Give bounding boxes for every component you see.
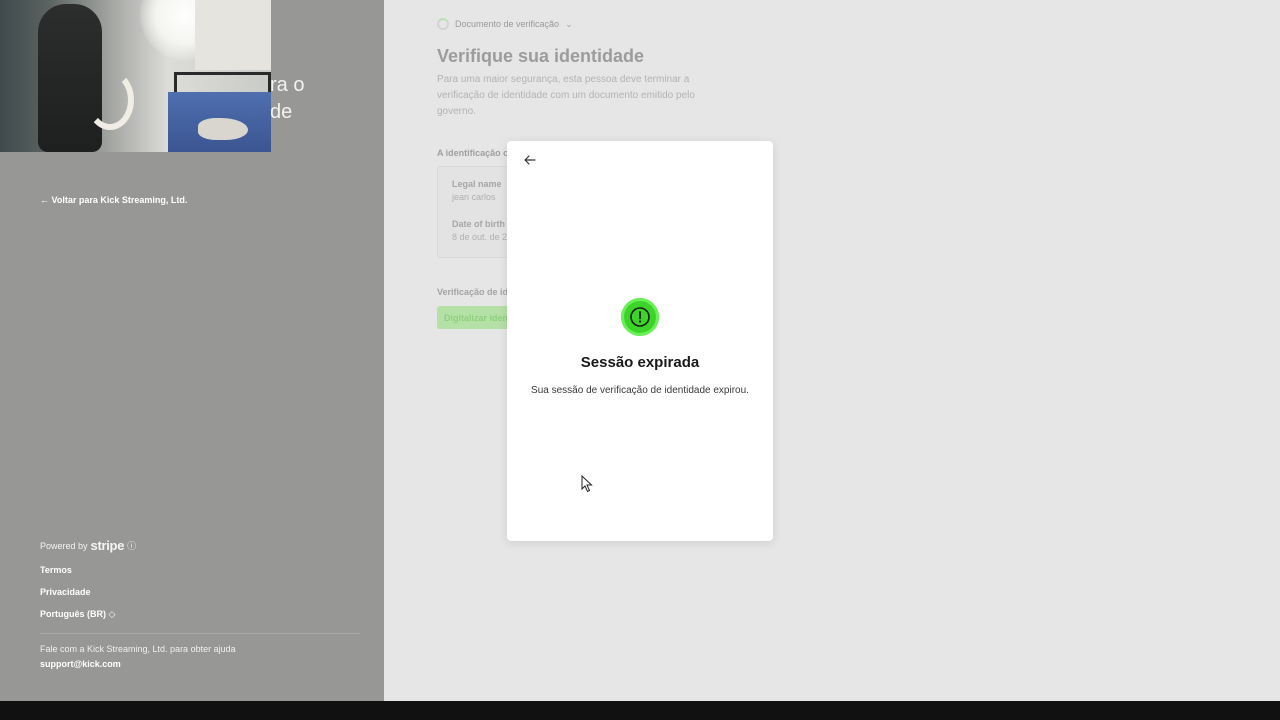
help-text: Fale com a Kick Streaming, Ltd. para obt… [40,644,236,654]
verification-section-label: Verificação de id [437,287,509,297]
identification-label: A identificação c [437,148,509,158]
page-subtitle: Para uma maior segurança, esta pessoa de… [437,74,695,117]
bottom-letterbox-bar [0,701,1280,720]
document-selector-label: Documento de verificação [455,19,560,29]
support-email-link[interactable]: support@kick.com [40,659,360,669]
chevron-down-icon: ⌄ [565,18,573,29]
powered-by-stripe[interactable]: Powered by stripe ⓘ [40,538,360,553]
webcam-curtain [195,0,271,70]
webcam-cloth [198,118,248,140]
panel-footer: Powered by stripe ⓘ Termos Privacidade P… [40,538,360,669]
modal-title: Sessão expirada [580,354,700,371]
privacy-link[interactable]: Privacidade [40,587,360,597]
language-selector[interactable]: Português (BR) ◇ [40,609,360,620]
date-of-birth-field: Date of birth 8 de out. de 2 [452,219,507,242]
document-selector[interactable]: Documento de verificação ⌄ [437,18,573,30]
stripe-logo: stripe [90,538,125,553]
date-of-birth-value: 8 de out. de 2 [452,232,508,242]
session-expired-modal: Sessão expirada Sua sessão de verificaçã… [507,141,773,541]
loading-spinner-icon [437,18,449,30]
alert-circle-icon [621,298,659,336]
legal-name-value: jean carlos [452,192,496,202]
info-icon[interactable]: ⓘ [127,539,136,552]
date-of-birth-label: Date of birth [452,219,505,229]
webcam-bed-frame [174,72,271,94]
legal-name-field: Legal name jean carlos [452,179,502,202]
legal-name-label: Legal name [452,179,502,189]
webcam-overlay [0,0,271,152]
terms-link[interactable]: Termos [40,565,360,575]
modal-message: Sua sessão de verificação de identidade … [531,385,749,396]
page-title: Verifique sua identidade [437,46,645,66]
powered-by-label: Powered by [40,540,88,551]
footer-divider [40,633,360,634]
webcam-chair-stripe [86,70,134,130]
arrow-left-icon [524,155,536,165]
modal-back-button[interactable] [521,151,539,169]
mouse-cursor-icon [581,475,593,493]
back-to-merchant-link[interactable]: ← Voltar para Kick Streaming, Ltd. [40,195,187,205]
